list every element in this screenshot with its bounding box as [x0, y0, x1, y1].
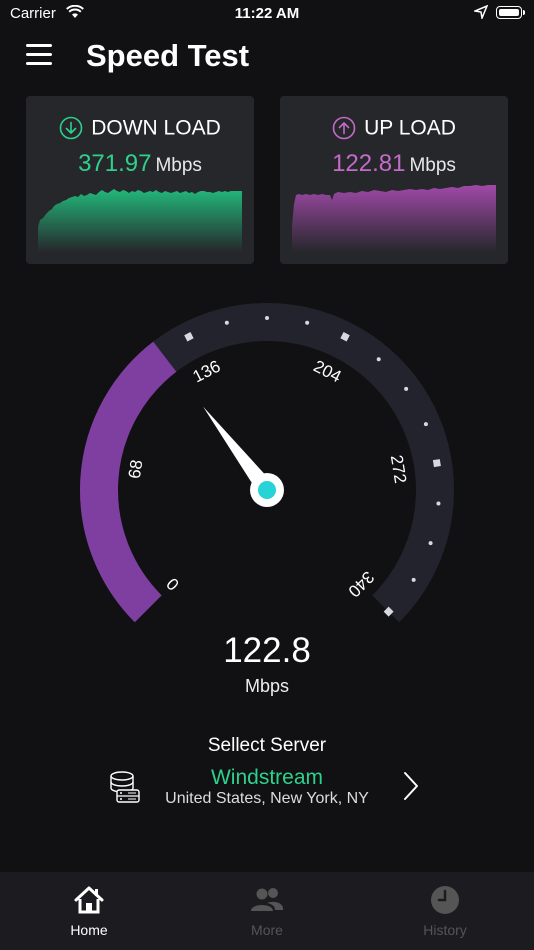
download-unit: Mbps	[155, 155, 202, 176]
battery-icon	[496, 6, 525, 19]
gauge-tick-label: 68	[125, 458, 147, 480]
download-sparkline	[38, 189, 242, 252]
tab-home-label: Home	[70, 922, 108, 938]
tab-history[interactable]: History	[356, 872, 534, 950]
page-title: Speed Test	[86, 38, 250, 73]
gauge-minor-tick	[224, 320, 229, 325]
chevron-right-icon[interactable]	[400, 770, 422, 802]
tab-home[interactable]: Home	[0, 872, 178, 950]
gauge-minor-tick	[411, 577, 416, 582]
gauge-unit: Mbps	[244, 676, 289, 696]
gauge-minor-tick	[404, 386, 409, 391]
header: Speed Test	[0, 34, 534, 78]
gauge-major-tick	[432, 459, 441, 468]
tab-history-label: History	[423, 922, 467, 938]
gauge-tick-label: 272	[387, 454, 410, 485]
clock-time: 11:22 AM	[234, 5, 300, 22]
gauge-minor-tick	[305, 320, 310, 325]
server-location: United States, New York, NY	[165, 790, 369, 807]
gauge-minor-tick	[376, 357, 381, 362]
speed-gauge: 068136 204272340	[80, 303, 454, 623]
location-arrow-icon	[474, 5, 488, 19]
tab-more-label: More	[251, 922, 283, 938]
gauge-minor-tick	[423, 422, 428, 427]
gauge-minor-tick	[265, 316, 269, 320]
upload-unit: Mbps	[409, 155, 456, 176]
upload-arrow-icon	[332, 117, 356, 140]
upload-value: 122.81	[332, 150, 406, 177]
download-value: 371.97	[78, 150, 152, 177]
home-icon	[74, 886, 104, 914]
gauge-tick-label: 136	[190, 357, 224, 387]
gauge-tick-label: 0	[163, 574, 183, 594]
upload-sparkline	[292, 185, 496, 252]
gauge-tick-label: 204	[310, 357, 344, 387]
gauge-progress-arc	[80, 341, 177, 623]
menu-icon[interactable]	[26, 44, 52, 66]
gauge-minor-tick	[436, 501, 441, 506]
upload-label: UP LOAD	[364, 116, 456, 140]
status-bar: Carrier 11:22 AM	[0, 0, 534, 28]
download-card: DOWN LOAD 371.97 Mbps	[26, 96, 254, 264]
tab-more[interactable]: More	[178, 872, 356, 950]
server-name[interactable]: Windstream	[0, 766, 534, 790]
download-arrow-icon	[59, 117, 83, 140]
clock-icon	[431, 886, 459, 914]
gauge-hub	[258, 481, 276, 499]
gauge-minor-tick	[428, 541, 433, 546]
tab-bar: Home More History	[0, 872, 534, 950]
download-label: DOWN LOAD	[91, 116, 221, 140]
upload-card: UP LOAD 122.81 Mbps	[280, 96, 508, 264]
users-icon	[251, 888, 283, 911]
gauge-value: 122.8	[223, 631, 311, 670]
select-server-title: Sellect Server	[207, 735, 327, 756]
